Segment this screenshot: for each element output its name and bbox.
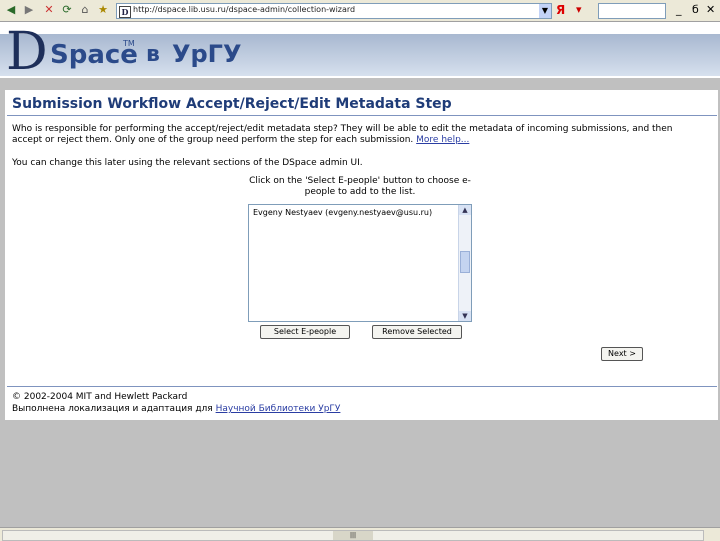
favorites-icon[interactable]: ★: [96, 3, 110, 17]
site-favicon-icon: D: [119, 6, 131, 18]
horizontal-scrollbar[interactable]: |||: [0, 527, 720, 541]
scroll-track[interactable]: |||: [2, 530, 704, 541]
library-link[interactable]: Научной Библиотеки УрГУ: [216, 404, 341, 414]
scroll-down-icon[interactable]: ▼: [459, 311, 471, 321]
browser-toolbar: ◀ ▶ ✕ ⟳ ⌂ ★ D http://dspace.lib.usu.ru/d…: [0, 0, 720, 22]
more-help-link[interactable]: More help...: [416, 135, 469, 145]
restore-button[interactable]: б: [692, 3, 699, 17]
logo-letter: D: [6, 22, 48, 82]
stop-icon[interactable]: ✕: [42, 3, 56, 17]
logo-preposition: в: [146, 42, 160, 67]
localization-note: Выполнена локализация и адаптация для На…: [12, 404, 340, 415]
minimize-button[interactable]: _: [676, 3, 682, 17]
forward-icon[interactable]: ▶: [22, 3, 36, 17]
intro-text: Who is responsible for performing the ac…: [12, 124, 702, 146]
yandex-logo-icon[interactable]: Я: [556, 3, 570, 17]
scroll-thumb-grip-icon[interactable]: |||: [333, 531, 373, 540]
next-button[interactable]: Next >: [601, 347, 643, 361]
page-title: Submission Workflow Accept/Reject/Edit M…: [12, 96, 452, 112]
footer-divider: [7, 386, 717, 387]
address-bar[interactable]: D http://dspace.lib.usu.ru/dspace-admin/…: [116, 3, 552, 19]
list-item[interactable]: Evgeny Nestyaev (evgeny.nestyaev@usu.ru): [253, 208, 432, 217]
localization-prefix: Выполнена локализация и адаптация для: [12, 404, 213, 414]
intro-body: Who is responsible for performing the ac…: [12, 124, 673, 145]
home-icon[interactable]: ⌂: [78, 3, 92, 17]
copyright-text: © 2002-2004 MIT and Hewlett Packard: [12, 392, 188, 402]
scroll-thumb[interactable]: [460, 251, 470, 273]
listbox-scrollbar[interactable]: ▲ ▼: [458, 205, 471, 321]
search-input[interactable]: [598, 3, 666, 19]
remove-selected-button[interactable]: Remove Selected: [372, 325, 462, 339]
logo-org: УрГУ: [172, 40, 242, 68]
select-epeople-button[interactable]: Select E-people: [260, 325, 350, 339]
refresh-icon[interactable]: ⟳: [60, 3, 74, 17]
title-divider: [7, 115, 717, 116]
yandex-menu-icon[interactable]: ▾: [576, 3, 582, 16]
scroll-up-icon[interactable]: ▲: [459, 205, 471, 215]
logo-trademark: TM: [123, 39, 135, 48]
change-later-text: You can change this later using the rele…: [12, 158, 363, 168]
chevron-down-icon[interactable]: ▼: [539, 4, 551, 18]
back-icon[interactable]: ◀: [4, 3, 18, 17]
instruction-text: Click on the 'Select E-people' button to…: [249, 176, 471, 197]
address-url[interactable]: http://dspace.lib.usu.ru/dspace-admin/co…: [133, 5, 355, 14]
close-button[interactable]: ✕: [706, 3, 715, 17]
eperson-listbox[interactable]: Evgeny Nestyaev (evgeny.nestyaev@usu.ru)…: [248, 204, 472, 322]
